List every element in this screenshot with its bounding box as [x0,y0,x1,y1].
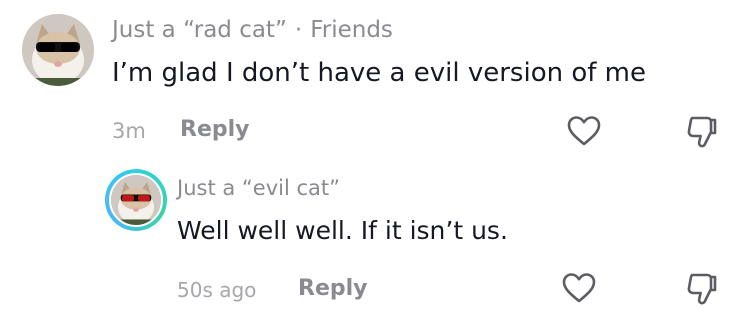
reply-timestamp: 50s ago [177,278,257,302]
dislike-button[interactable] [686,115,718,153]
heart-outline-icon [567,116,601,146]
relation-label: Friends [310,17,393,43]
reply-dislike-button[interactable] [686,272,718,310]
comment-thread: Just a “rad cat” · Friends I’m glad I don’… [0,0,750,314]
heart-outline-icon [562,273,596,303]
story-ring[interactable] [105,169,167,231]
thumbs-down-icon [687,116,717,148]
like-button[interactable] [566,115,602,151]
reply-author[interactable]: Just a “evil cat” [177,176,340,200]
comment-header: Just a “rad cat” · Friends [112,17,393,43]
reply-text: Well well well. If it isn’t us. [177,216,508,245]
cat-avatar-image [111,175,161,225]
header-separator: · [294,17,303,43]
thumbs-down-icon [687,273,717,305]
comment-text: I’m glad I don’t have a evil version of … [112,58,646,88]
reply-header: Just a “evil cat” [177,176,340,200]
comment-author[interactable]: Just a “rad cat” [112,17,287,43]
reply-like-button[interactable] [561,272,597,308]
reply-to-reply-button[interactable]: Reply [298,276,368,301]
reply-button[interactable]: Reply [180,117,250,142]
reply-avatar[interactable] [109,173,163,227]
comment-timestamp: 3m [112,119,146,143]
avatar[interactable] [22,14,94,86]
cat-avatar-image [22,14,94,86]
